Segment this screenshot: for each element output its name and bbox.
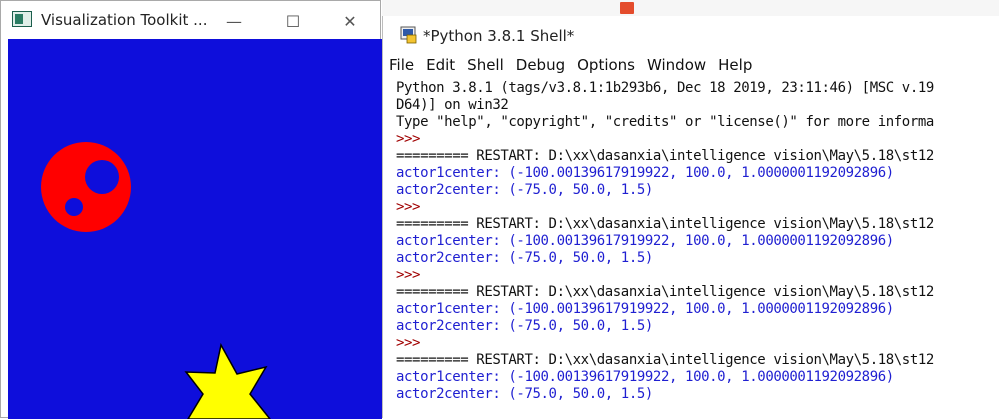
sphere-hole-small	[65, 198, 83, 216]
sphere-hole-large	[85, 160, 119, 194]
maximize-button[interactable]: ☐	[270, 7, 316, 35]
background-tab-icon	[620, 2, 634, 14]
menu-debug[interactable]: Debug	[510, 54, 571, 78]
shell-output-line: ========= RESTART: D:\xx\dasanxia\intell…	[396, 284, 934, 300]
menu-window[interactable]: Window	[641, 54, 712, 78]
shell-prompt: >>>	[396, 267, 421, 283]
vtk-window-title: Visualization Toolkit ...	[41, 11, 208, 29]
menu-edit[interactable]: Edit	[420, 54, 461, 78]
minimize-button[interactable]: —	[211, 7, 257, 35]
shell-output-line: actor2center: (-75.0, 50.0, 1.5)	[396, 386, 653, 402]
shell-output-line: D64)] on win32	[396, 97, 509, 113]
shell-prompt: >>>	[396, 335, 421, 351]
shell-output-line: Type "help", "copyright", "credits" or "…	[396, 114, 934, 130]
shell-output-line: ========= RESTART: D:\xx\dasanxia\intell…	[396, 352, 934, 368]
shell-output-line: actor2center: (-75.0, 50.0, 1.5)	[396, 250, 653, 266]
background-tab-bar	[382, 0, 999, 17]
vtk-render-window[interactable]: Visualization Toolkit ... — ☐ ✕	[0, 0, 382, 419]
shell-prompt: >>>	[396, 131, 421, 147]
shell-output-line: actor1center: (-100.00139617919922, 100.…	[396, 233, 894, 249]
shell-output-line: actor2center: (-75.0, 50.0, 1.5)	[396, 318, 653, 334]
shell-output-line: actor1center: (-100.00139617919922, 100.…	[396, 165, 894, 181]
vtk-app-icon	[12, 11, 32, 27]
python-idle-icon	[400, 26, 417, 44]
menu-options[interactable]: Options	[571, 54, 641, 78]
menu-help[interactable]: Help	[712, 54, 758, 78]
vtk-title-bar[interactable]: Visualization Toolkit ... — ☐ ✕	[1, 1, 380, 39]
idle-title-bar[interactable]: *Python 3.8.1 Shell*	[383, 16, 999, 52]
close-button[interactable]: ✕	[327, 7, 373, 35]
vtk-render-canvas[interactable]	[8, 39, 382, 419]
shell-output-line: actor1center: (-100.00139617919922, 100.…	[396, 369, 894, 385]
menu-shell[interactable]: Shell	[461, 54, 510, 78]
shell-output-line: actor2center: (-75.0, 50.0, 1.5)	[396, 182, 653, 198]
idle-window-title: *Python 3.8.1 Shell*	[423, 27, 575, 45]
vtk-scene	[41, 142, 271, 419]
shell-output-line: ========= RESTART: D:\xx\dasanxia\intell…	[396, 148, 934, 164]
idle-menu-bar: File Edit Shell Debug Options Window Hel…	[383, 54, 758, 78]
shell-output-line: actor1center: (-100.00139617919922, 100.…	[396, 301, 894, 317]
shell-output-line: Python 3.8.1 (tags/v3.8.1:1b293b6, Dec 1…	[396, 80, 934, 96]
idle-shell-window[interactable]: *Python 3.8.1 Shell* File Edit Shell Deb…	[382, 16, 999, 418]
shell-output-line: ========= RESTART: D:\xx\dasanxia\intell…	[396, 216, 934, 232]
shell-prompt: >>>	[396, 199, 421, 215]
shell-text-area[interactable]: Python 3.8.1 (tags/v3.8.1:1b293b6, Dec 1…	[383, 78, 999, 418]
red-sphere	[41, 142, 131, 232]
yellow-star	[184, 342, 271, 419]
menu-file[interactable]: File	[383, 54, 420, 78]
